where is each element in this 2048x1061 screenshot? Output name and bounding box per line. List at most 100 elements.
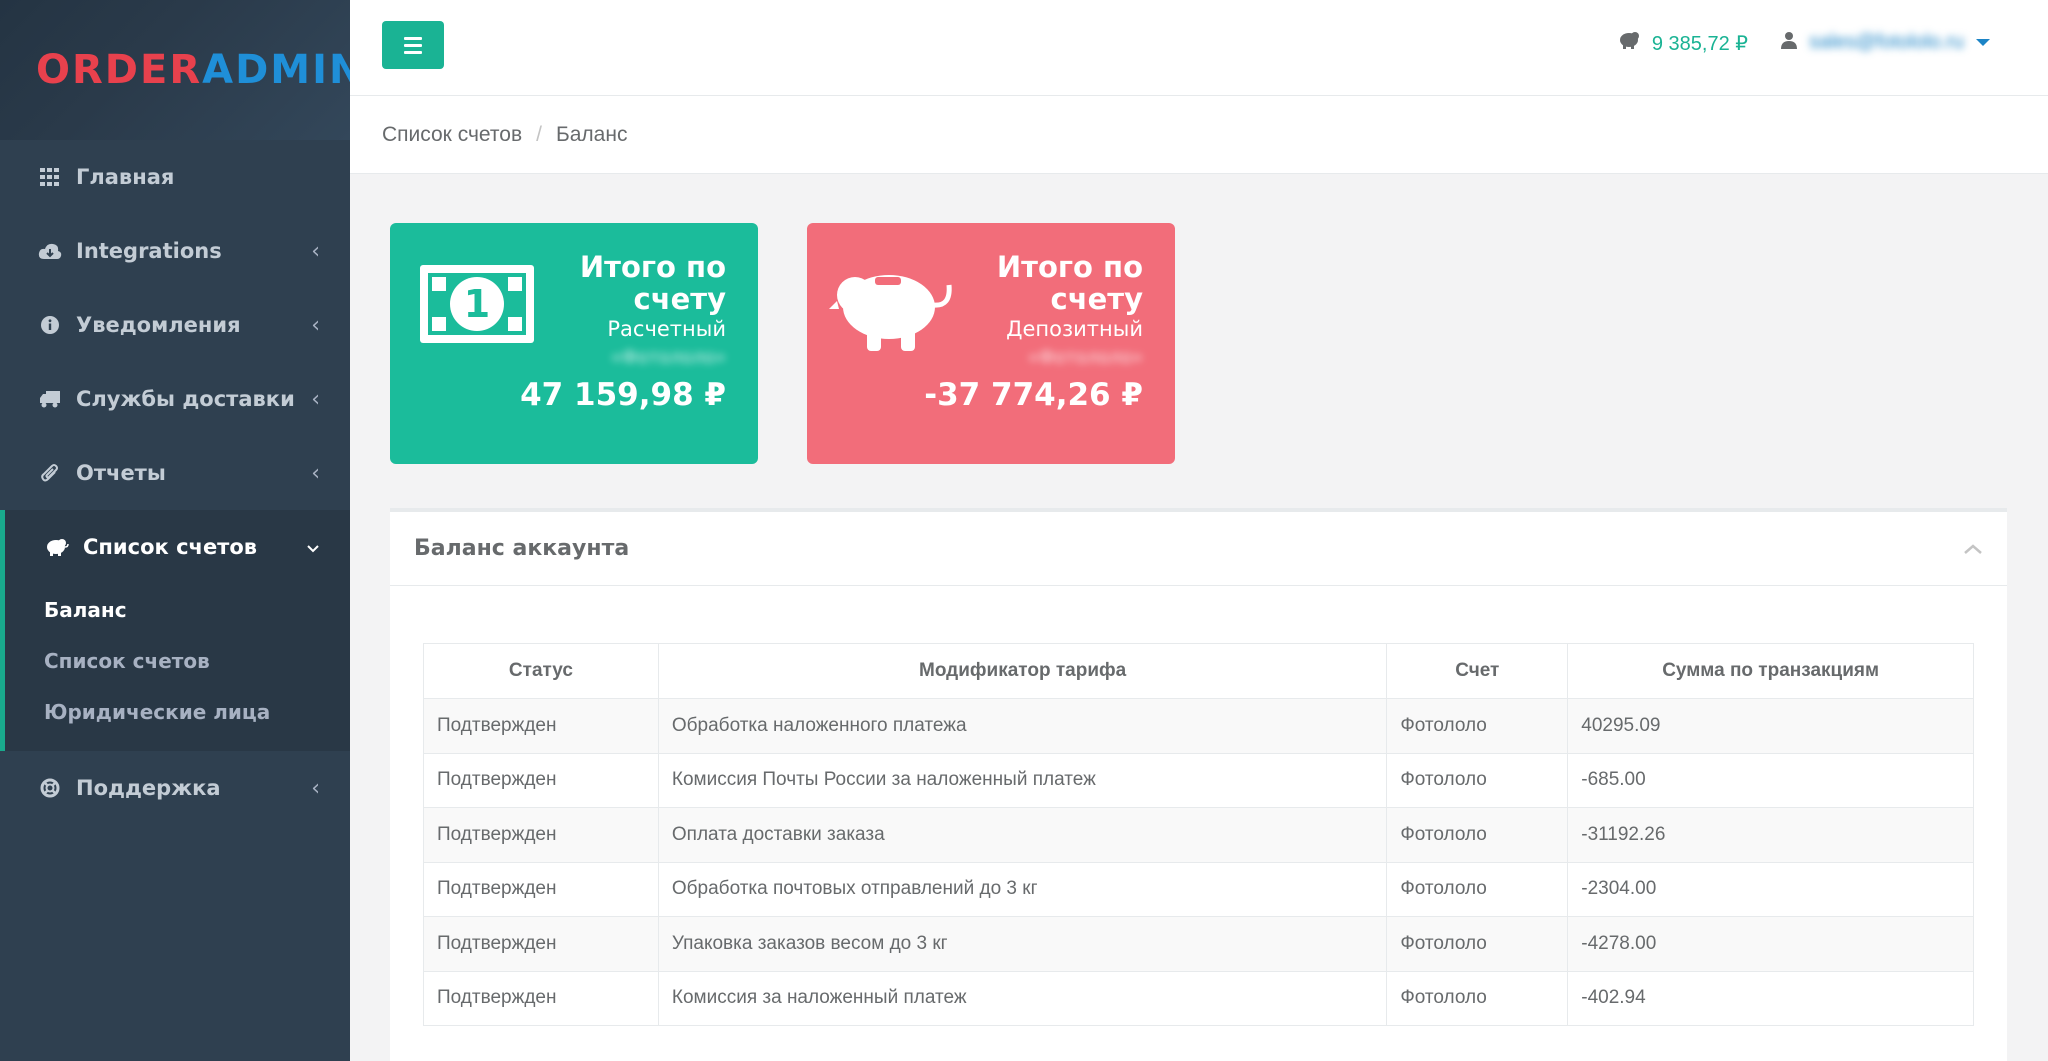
logo-area: ORDERADMIN: [0, 0, 362, 140]
header-balance-value: 9 385,72 ₽: [1651, 32, 1748, 55]
sidebar-item-reports[interactable]: Отчеты ‹: [0, 436, 350, 510]
cell-account: Фотололо: [1386, 916, 1569, 972]
sidebar-item-label: Службы доставки: [76, 387, 295, 411]
cell-status: Подтвержден: [423, 970, 659, 1026]
breadcrumb: Список счетов / Баланс: [350, 96, 2048, 174]
breadcrumb-item-accounts[interactable]: Список счетов: [382, 123, 522, 147]
brand-logo[interactable]: ORDERADMIN: [36, 47, 364, 93]
chevron-up-icon[interactable]: [1963, 539, 1983, 559]
cell-tariff-modifier: Обработка почтовых отправлений до 3 кг: [657, 861, 1388, 917]
widget-value: 47 159,98 ₽: [520, 377, 726, 413]
widget-value: -37 774,26 ₽: [924, 377, 1143, 413]
hamburger-icon-bar: [404, 43, 422, 47]
cell-sum: -31192.26: [1567, 807, 1974, 863]
account-balance-panel: Баланс аккаунта Статус Модификатор тариф…: [390, 508, 2007, 1061]
widget-owner: «Фотололо»: [1027, 347, 1143, 368]
svg-text:1: 1: [464, 282, 490, 326]
table-row: Подтвержден Комиссия за наложенный плате…: [423, 970, 1974, 1026]
widget-deposit-account: Итого по счету Депозитный «Фотололо» -37…: [807, 223, 1175, 464]
sidebar-item-label: Отчеты: [76, 461, 166, 485]
widget-account-type: Расчетный: [607, 317, 726, 341]
caret-down-icon: [1976, 38, 1990, 46]
sidebar-subitem-accounts-list[interactable]: Список счетов: [5, 635, 350, 686]
widget-title: Итого по счету: [579, 250, 726, 316]
hamburger-icon-bar: [404, 36, 422, 40]
column-header-transaction-sum[interactable]: Сумма по транзакциям: [1567, 643, 1974, 699]
cell-status: Подтвержден: [423, 861, 659, 917]
sidebar-item-notifications[interactable]: Уведомления ‹: [0, 288, 350, 362]
chevron-left-icon: ‹: [311, 775, 320, 801]
menu-toggle-button[interactable]: [382, 21, 444, 69]
cell-account: Фотололо: [1386, 807, 1569, 863]
balance-table: Статус Модификатор тарифа Счет Сумма по …: [423, 643, 1974, 1026]
top-navbar: 9 385,72 ₽ sales@fotololo.ru: [350, 0, 2048, 96]
money-bill-icon: 1: [420, 265, 534, 347]
breadcrumb-separator: /: [536, 122, 542, 146]
sidebar-item-support[interactable]: Поддержка ‹: [0, 751, 350, 825]
table-row: Подтвержден Обработка наложенного платеж…: [423, 698, 1974, 754]
cell-account: Фотололо: [1386, 970, 1569, 1026]
cell-account: Фотололо: [1386, 752, 1569, 808]
sidebar-item-accounts[interactable]: Список счетов: [5, 510, 350, 584]
column-header-tariff-modifier[interactable]: Модификатор тарифа: [657, 643, 1388, 699]
cell-sum: -685.00: [1567, 752, 1974, 808]
user-email: sales@fotololo.ru: [1809, 30, 1964, 53]
sidebar-item-label: Список счетов: [83, 535, 258, 559]
sidebar-group-accounts: Список счетов Баланс Список счетов Юриди…: [0, 510, 350, 751]
sidebar-subitem-balance[interactable]: Баланс: [5, 584, 350, 635]
chevron-down-icon: [306, 535, 320, 560]
table-row: Подтвержден Обработка почтовых отправлен…: [423, 861, 1974, 917]
table-row: Подтвержден Оплата доставки заказа Фотол…: [423, 807, 1974, 863]
user-dropdown[interactable]: sales@fotololo.ru: [1781, 30, 1990, 54]
brand-logo-part2: ADMIN: [202, 47, 365, 93]
header-balance[interactable]: 9 385,72 ₽: [1618, 30, 1748, 56]
cell-status: Подтвержден: [423, 752, 659, 808]
cell-account: Фотололо: [1386, 698, 1569, 754]
sidebar-item-label: Уведомления: [76, 313, 241, 337]
sidebar-item-label: Integrations: [76, 239, 222, 263]
column-header-status[interactable]: Статус: [423, 643, 659, 699]
chevron-left-icon: ‹: [311, 312, 320, 338]
widget-text: Итого по счету Расчетный «Фотололо» 47 1…: [520, 251, 726, 413]
widget-text: Итого по счету Депозитный «Фотололо» -37…: [924, 251, 1143, 413]
sidebar-item-delivery[interactable]: Службы доставки ‹: [0, 362, 350, 436]
chevron-left-icon: ‹: [311, 386, 320, 412]
sidebar-subitem-legal-entities[interactable]: Юридические лица: [5, 686, 350, 737]
breadcrumb-item-balance: Баланс: [555, 122, 628, 146]
chevron-left-icon: ‹: [311, 460, 320, 486]
widget-title: Итого по счету: [996, 250, 1143, 316]
sidebar-menu: Главная Integrations ‹ Уведомления ‹ Слу…: [0, 140, 350, 510]
cell-tariff-modifier: Обработка наложенного платежа: [657, 698, 1388, 754]
cell-status: Подтвержден: [423, 698, 659, 754]
column-header-account[interactable]: Счет: [1386, 643, 1569, 699]
cell-status: Подтвержден: [423, 807, 659, 863]
cell-sum: -4278.00: [1567, 916, 1974, 972]
panel-header: Баланс аккаунта: [390, 512, 2007, 586]
cell-account: Фотололо: [1386, 861, 1569, 917]
piggy-bank-icon: [43, 537, 71, 557]
panel-title: Баланс аккаунта: [414, 536, 630, 561]
sidebar: ORDERADMIN Главная Integrations ‹ Уведом…: [0, 0, 362, 1061]
user-icon: [1781, 30, 1798, 54]
cloud-download-icon: [36, 242, 64, 260]
info-circle-icon: [36, 316, 64, 334]
sidebar-item-home[interactable]: Главная: [0, 140, 350, 214]
cell-sum: -402.94: [1567, 970, 1974, 1026]
sidebar-submenu-accounts: Баланс Список счетов Юридические лица: [5, 584, 350, 751]
widget-settlement-account: 1 Итого по счету Расчетный «Фотололо» 47…: [390, 223, 758, 464]
sidebar-item-label: Поддержка: [76, 776, 221, 800]
sidebar-item-integrations[interactable]: Integrations ‹: [0, 214, 350, 288]
table-row: Подтвержден Комиссия Почты России за нал…: [423, 752, 1974, 808]
cell-tariff-modifier: Комиссия Почты России за наложенный плат…: [657, 752, 1388, 808]
cell-tariff-modifier: Упаковка заказов весом до 3 кг: [657, 916, 1388, 972]
cell-tariff-modifier: Оплата доставки заказа: [657, 807, 1388, 863]
cell-sum: -2304.00: [1567, 861, 1974, 917]
brand-logo-part1: ORDER: [36, 47, 203, 93]
grid-icon: [36, 168, 64, 186]
table-header-row: Статус Модификатор тарифа Счет Сумма по …: [423, 643, 1974, 699]
sidebar-item-label: Главная: [76, 165, 175, 189]
cell-status: Подтвержден: [423, 916, 659, 972]
hamburger-icon-bar: [404, 50, 422, 54]
cell-sum: 40295.09: [1567, 698, 1974, 754]
widget-owner: «Фотололо»: [610, 347, 726, 368]
